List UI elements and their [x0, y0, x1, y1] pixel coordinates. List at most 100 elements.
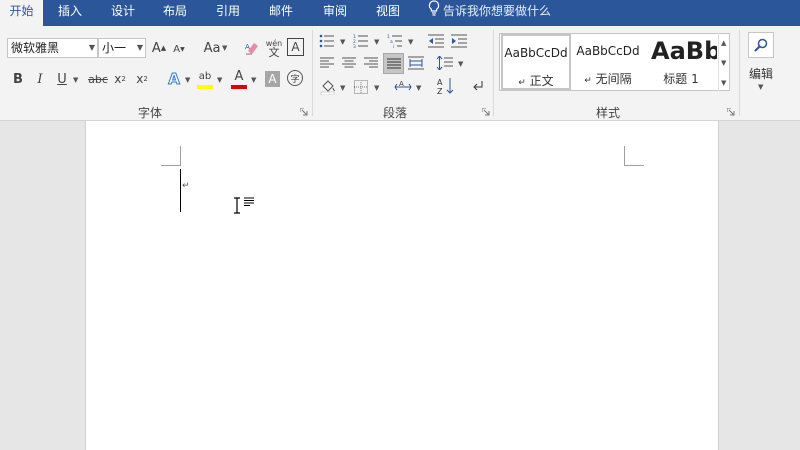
chevron-down-icon[interactable]: ▼	[89, 39, 95, 57]
tab-review[interactable]: 审阅	[312, 0, 358, 26]
font-color-button[interactable]: A	[230, 68, 248, 84]
align-left-button[interactable]	[318, 54, 336, 72]
chevron-up-icon[interactable]: ▲	[721, 39, 726, 47]
font-family-combo[interactable]: 微软雅黑 ▼	[7, 38, 98, 58]
chevron-down-icon[interactable]: ▼	[73, 76, 78, 84]
ribbon-home: 微软雅黑 ▼ 小一 ▼ A ▲ A ▼ Aa ▼ A wén 文 A B I U ▼…	[0, 26, 800, 121]
document-page[interactable]: ↵	[85, 121, 719, 450]
clear-formatting-button[interactable]: A	[243, 38, 261, 58]
distributed-icon	[408, 56, 424, 70]
underline-button[interactable]: U	[54, 70, 70, 88]
multilevel-list-button[interactable]: 1ai	[386, 32, 404, 50]
chevron-down-icon[interactable]: ▼	[251, 76, 256, 84]
line-spacing-button[interactable]	[436, 54, 454, 72]
grow-font-button[interactable]: A ▲	[151, 38, 167, 58]
bullets-button[interactable]	[318, 32, 336, 50]
enclose-characters-button[interactable]: 字	[287, 70, 303, 86]
style-normal-name: 正文	[529, 74, 554, 88]
text-effects-button[interactable]: A	[165, 69, 183, 89]
style-heading-1[interactable]: AaBbC 标题 1	[645, 34, 717, 90]
tell-me-text: 告诉我你想要做什么	[443, 4, 552, 18]
styles-dialog-launcher-icon[interactable]	[727, 108, 735, 116]
chevron-down-icon[interactable]: ▼	[416, 84, 421, 92]
chevron-down-icon[interactable]: ▼	[408, 38, 413, 46]
character-shading-button[interactable]: A	[265, 71, 280, 87]
editing-label[interactable]: 编辑	[746, 65, 776, 82]
chinese-layout-button[interactable]: A	[393, 78, 413, 96]
group-separator	[312, 30, 313, 116]
chevron-down-icon[interactable]: ▼	[374, 38, 379, 46]
bold-button[interactable]: B	[10, 70, 26, 88]
sort-button[interactable]: AZ	[436, 76, 456, 96]
decrease-indent-button[interactable]	[427, 32, 445, 50]
subscript-button[interactable]: x2	[112, 70, 128, 88]
font-family-value: 微软雅黑	[11, 41, 60, 55]
paragraph-group-label: 段落	[382, 106, 407, 120]
chevron-down-icon[interactable]: ▼	[758, 83, 763, 91]
subscript-icon: x	[114, 72, 122, 86]
shading-button[interactable]	[318, 78, 338, 96]
tell-me-box[interactable]: 告诉我你想要做什么	[428, 0, 551, 26]
chevron-down-icon[interactable]: ▼	[458, 60, 463, 68]
justify-button[interactable]	[383, 53, 404, 74]
italic-button[interactable]: I	[32, 70, 48, 88]
chevron-down-icon[interactable]: ▼	[340, 84, 345, 92]
multilevel-list-icon: 1ai	[387, 34, 402, 48]
font-dialog-launcher-icon[interactable]	[300, 108, 308, 116]
align-center-button[interactable]	[340, 54, 358, 72]
chevron-down-icon[interactable]: ▼	[137, 39, 143, 57]
underline-icon: U	[57, 71, 67, 87]
numbering-button[interactable]: 123	[352, 32, 370, 50]
tab-home[interactable]: 开始	[0, 0, 43, 26]
more-styles-icon[interactable]: ▼	[721, 79, 726, 87]
character-border-button[interactable]: A	[287, 38, 304, 56]
chevron-down-icon[interactable]: ▼	[185, 76, 190, 84]
text-cursor	[180, 169, 181, 212]
show-hide-marks-button[interactable]	[470, 78, 486, 94]
phonetic-guide-button[interactable]: wén 文	[264, 36, 284, 60]
strikethrough-button[interactable]: abc	[87, 70, 109, 88]
chinese-layout-icon: A	[394, 80, 412, 91]
borders-button[interactable]	[352, 78, 370, 96]
font-size-combo[interactable]: 小一 ▼	[98, 38, 146, 58]
subscript-mark: 2	[121, 75, 126, 83]
highlighter-icon: ab	[198, 70, 212, 82]
chevron-down-icon[interactable]: ▼	[217, 76, 222, 84]
italic-icon: I	[37, 71, 43, 87]
numbering-icon: 123	[353, 34, 368, 48]
tab-insert[interactable]: 插入	[46, 0, 94, 26]
chevron-down-icon[interactable]: ▼	[374, 84, 379, 92]
shrink-font-button[interactable]: A ▼	[172, 40, 186, 58]
change-case-button[interactable]: Aa	[200, 38, 224, 58]
superscript-button[interactable]: x2	[134, 70, 150, 88]
justify-icon	[386, 58, 401, 68]
align-right-button[interactable]	[362, 54, 380, 72]
decrease-indent-icon	[428, 34, 444, 48]
tab-layout[interactable]: 布局	[152, 0, 198, 26]
svg-text:A: A	[437, 78, 443, 87]
align-left-icon	[320, 57, 334, 68]
distributed-button[interactable]	[407, 54, 425, 72]
style-no-spacing[interactable]: AaBbCcDd ↵ 无间隔	[572, 34, 644, 90]
chevron-down-icon[interactable]: ▼	[340, 38, 345, 46]
paragraph-dialog-launcher-icon[interactable]	[482, 108, 490, 116]
margin-corner-mark	[161, 146, 181, 166]
svg-text:Z: Z	[437, 87, 443, 95]
chevron-down-icon[interactable]: ▼	[721, 59, 726, 67]
find-button[interactable]	[748, 32, 774, 58]
group-separator	[739, 30, 740, 116]
paint-bucket-icon	[320, 80, 335, 95]
group-separator	[493, 30, 494, 116]
tab-references[interactable]: 引用	[205, 0, 251, 26]
style-normal[interactable]: AaBbCcDd ↵ 正文	[501, 34, 571, 90]
style-no-spacing-preview: AaBbCcDd	[576, 44, 640, 58]
superscript-icon: x	[136, 72, 144, 86]
chevron-down-icon[interactable]: ▼	[222, 44, 227, 52]
increase-indent-button[interactable]	[450, 32, 468, 50]
lightbulb-icon	[428, 0, 440, 23]
tab-design[interactable]: 设计	[100, 0, 146, 26]
tab-mailings[interactable]: 邮件	[258, 0, 304, 26]
tab-view[interactable]: 视图	[365, 0, 411, 26]
highlight-button[interactable]: ab	[196, 68, 214, 84]
styles-group-label: 样式	[595, 106, 620, 120]
